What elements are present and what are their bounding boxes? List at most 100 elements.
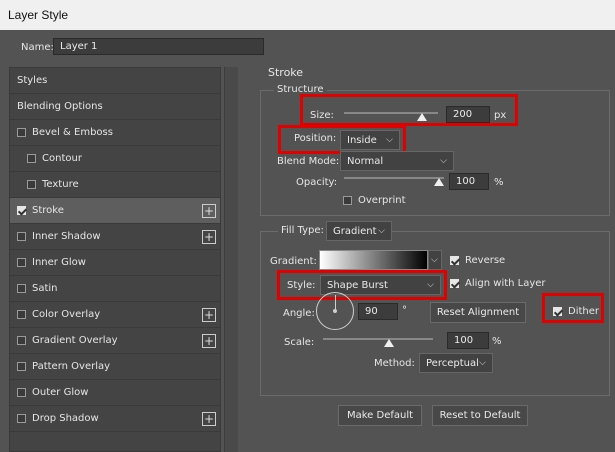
drop-shadow-checkbox[interactable] — [17, 414, 26, 423]
opacity-unit: % — [494, 177, 504, 188]
style-dropdown-value: Shape Burst — [327, 279, 388, 291]
sidebar-item-contour[interactable]: Contour — [10, 146, 220, 172]
chevron-down-icon: ⌵ — [386, 135, 393, 145]
texture-checkbox[interactable] — [27, 180, 36, 189]
align-with-layer-option[interactable]: Align with Layer — [450, 278, 546, 289]
add-gradient-overlay-icon[interactable]: + — [202, 334, 216, 348]
styles-sidebar: Styles Blending Options Bevel & Emboss C… — [9, 67, 221, 452]
add-inner-shadow-icon[interactable]: + — [202, 230, 216, 244]
sidebar-item-pattern-overlay[interactable]: Pattern Overlay — [10, 354, 220, 380]
align-with-layer-label: Align with Layer — [465, 278, 546, 289]
position-dropdown-value: Inside — [347, 134, 377, 146]
angle-dial-center — [333, 309, 337, 313]
angle-label: Angle: — [283, 308, 315, 319]
angle-unit: ° — [402, 305, 407, 316]
gradient-label: Gradient: — [270, 256, 317, 267]
make-default-button[interactable]: Make Default — [338, 405, 422, 426]
inner-shadow-checkbox[interactable] — [17, 232, 26, 241]
angle-dial[interactable] — [316, 292, 354, 330]
sidebar-item-label: Outer Glow — [32, 387, 89, 398]
align-with-layer-checkbox[interactable] — [450, 279, 459, 288]
size-label: Size: — [310, 110, 334, 121]
overprint-option[interactable]: Overprint — [343, 195, 406, 206]
sidebar-item-inner-shadow[interactable]: Inner Shadow + — [10, 224, 220, 250]
inner-glow-checkbox[interactable] — [17, 258, 26, 267]
sidebar-item-label: Inner Shadow — [32, 231, 101, 242]
gradient-picker-button[interactable]: ⌵ — [428, 250, 442, 270]
sidebar-item-gradient-overlay[interactable]: Gradient Overlay + — [10, 328, 220, 354]
method-dropdown[interactable]: Perceptual ⌵ — [419, 353, 493, 373]
overprint-checkbox[interactable] — [343, 196, 352, 205]
dither-option[interactable]: Dither — [553, 306, 599, 317]
sidebar-item-stroke[interactable]: Stroke + — [10, 198, 220, 224]
chevron-down-icon: ⌵ — [427, 280, 434, 290]
sidebar-item-inner-glow[interactable]: Inner Glow — [10, 250, 220, 276]
sidebar-item-label: Satin — [32, 283, 58, 294]
gradient-overlay-checkbox[interactable] — [17, 336, 26, 345]
position-dropdown[interactable]: Inside ⌵ — [340, 130, 400, 150]
add-stroke-icon[interactable]: + — [202, 204, 216, 218]
outer-glow-checkbox[interactable] — [17, 388, 26, 397]
reverse-checkbox[interactable] — [450, 256, 459, 265]
sidebar-item-label: Inner Glow — [32, 257, 86, 268]
stroke-checkbox[interactable] — [17, 206, 26, 215]
fill-type-label: Fill Type: — [278, 225, 327, 236]
dither-checkbox[interactable] — [553, 307, 562, 316]
sidebar-item-color-overlay[interactable]: Color Overlay + — [10, 302, 220, 328]
sidebar-item-label: Contour — [42, 153, 82, 164]
color-overlay-checkbox[interactable] — [17, 310, 26, 319]
pattern-overlay-checkbox[interactable] — [17, 362, 26, 371]
reverse-label: Reverse — [465, 255, 506, 266]
opacity-input[interactable]: 100 — [449, 173, 489, 190]
scale-label: Scale: — [284, 337, 315, 348]
method-dropdown-value: Perceptual — [426, 357, 479, 369]
scale-slider[interactable] — [323, 338, 433, 340]
name-input[interactable]: Layer 1 — [53, 38, 264, 55]
reset-alignment-button[interactable]: Reset Alignment — [430, 302, 526, 323]
size-slider-thumb[interactable] — [417, 113, 427, 121]
sidebar-item-drop-shadow[interactable]: Drop Shadow + — [10, 406, 220, 432]
satin-checkbox[interactable] — [17, 284, 26, 293]
dither-label: Dither — [568, 306, 600, 317]
sidebar-item-label: Blending Options — [17, 101, 103, 112]
blend-mode-dropdown[interactable]: Normal ⌵ — [340, 151, 454, 171]
stroke-section-title: Stroke — [268, 66, 304, 79]
size-unit: px — [494, 110, 507, 121]
angle-input[interactable]: 90 — [358, 303, 398, 320]
contour-checkbox[interactable] — [27, 154, 36, 163]
sidebar-item-styles[interactable]: Styles — [10, 68, 220, 94]
sidebar-item-label: Pattern Overlay — [32, 361, 111, 372]
chevron-down-icon: ⌵ — [479, 358, 486, 368]
sidebar-item-satin[interactable]: Satin — [10, 276, 220, 302]
fill-type-dropdown-value: Gradient — [333, 225, 377, 237]
opacity-label: Opacity: — [296, 177, 338, 188]
overprint-label: Overprint — [358, 195, 406, 206]
chevron-down-icon: ⌵ — [378, 226, 385, 236]
opacity-slider[interactable] — [344, 177, 444, 179]
sidebar-item-bevel-emboss[interactable]: Bevel & Emboss — [10, 120, 220, 146]
sidebar-item-label: Styles — [17, 75, 48, 86]
add-color-overlay-icon[interactable]: + — [202, 308, 216, 322]
chevron-down-icon: ⌵ — [440, 156, 447, 166]
sidebar-item-texture[interactable]: Texture — [10, 172, 220, 198]
sidebar-item-outer-glow[interactable]: Outer Glow — [10, 380, 220, 406]
bevel-checkbox[interactable] — [17, 128, 26, 137]
scale-slider-thumb[interactable] — [384, 339, 394, 347]
fill-type-dropdown[interactable]: Gradient ⌵ — [326, 221, 392, 241]
scale-unit: % — [492, 336, 502, 347]
sidebar-item-blending-options[interactable]: Blending Options — [10, 94, 220, 120]
chevron-down-icon: ⌵ — [431, 255, 438, 265]
sidebar-scrollbar[interactable] — [224, 67, 238, 452]
sidebar-item-label: Bevel & Emboss — [32, 127, 113, 138]
position-label: Position: — [294, 133, 337, 144]
gradient-swatch[interactable] — [319, 250, 428, 270]
reverse-option[interactable]: Reverse — [450, 255, 505, 266]
opacity-slider-thumb[interactable] — [434, 178, 444, 186]
sidebar-item-label: Texture — [42, 179, 79, 190]
sidebar-item-label: Gradient Overlay — [32, 335, 118, 346]
reset-to-default-button[interactable]: Reset to Default — [432, 405, 528, 426]
blend-mode-label: Blend Mode: — [277, 156, 340, 167]
add-drop-shadow-icon[interactable]: + — [202, 412, 216, 426]
size-input[interactable]: 200 — [446, 106, 490, 123]
scale-input[interactable]: 100 — [447, 332, 489, 349]
